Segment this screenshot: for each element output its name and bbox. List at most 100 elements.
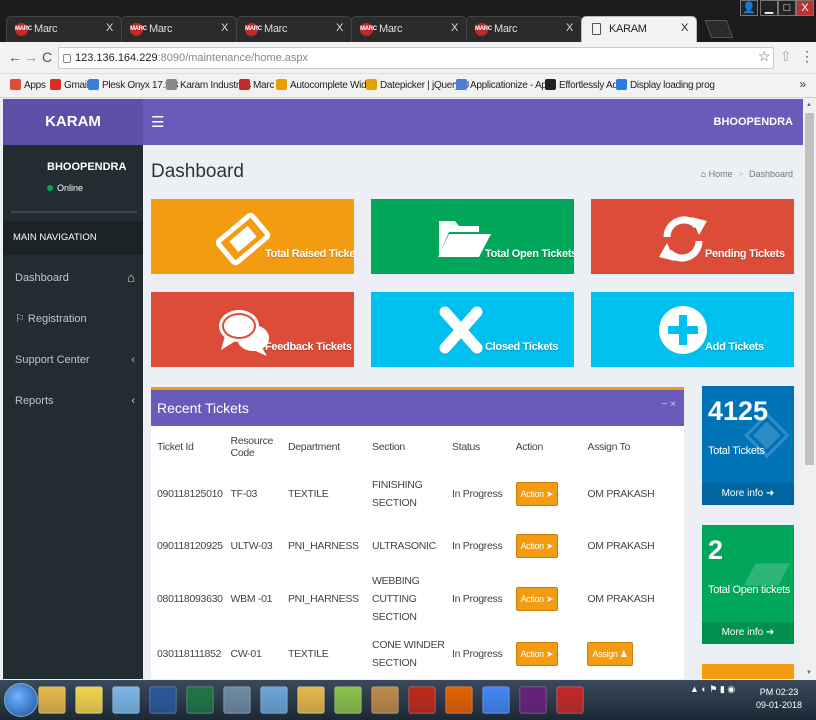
top-user-name[interactable]: BHOOPENDRA [714, 116, 793, 128]
tab-close-icon[interactable]: X [451, 22, 458, 34]
browser-tab[interactable]: MARC Marc X [6, 16, 122, 42]
url-path: :8090/maintenance/home.aspx [157, 52, 309, 64]
extension-icon[interactable]: ⇧ [780, 48, 792, 65]
bookmark-item[interactable]: Plesk Onyx 17.5.3 [88, 79, 178, 91]
calculator-icon[interactable] [223, 686, 251, 714]
tab-close-icon[interactable]: X [336, 22, 343, 34]
firefox-icon[interactable] [445, 686, 473, 714]
word-icon[interactable] [149, 686, 177, 714]
marc-icon[interactable] [556, 686, 584, 714]
assign-button[interactable]: Assign ♟ [587, 642, 633, 666]
sidebar-item-support-center[interactable]: Support Center ‹ [3, 343, 143, 377]
bookmark-item[interactable]: Autocomplete Widge [276, 79, 377, 91]
page-scrollbar[interactable]: ▲ ▼ [803, 99, 816, 679]
table-row[interactable]: 090118125010 TF-03 TEXTILE FINISHING SECTION… [151, 468, 684, 520]
tile-total-raised-tickets[interactable]: Total Raised Tickets [151, 199, 354, 274]
system-tray[interactable]: ▲ ◐ ⚑ ▮ ◉ [690, 684, 735, 695]
stat-box[interactable] [702, 664, 794, 679]
bookmark-favicon-icon [88, 79, 99, 90]
tab-title: Marc [149, 23, 173, 35]
browser-tab[interactable]: MARC Marc X [236, 16, 352, 42]
scrollbar-thumb[interactable] [805, 113, 814, 465]
user-icon[interactable]: 👤 [740, 0, 758, 16]
back-arrow-icon[interactable]: ← [8, 49, 22, 65]
bookmark-item[interactable]: Gmail [50, 79, 89, 91]
bookmarks-overflow-button[interactable]: » [799, 77, 806, 91]
bookmark-star-icon[interactable]: ☆ [758, 48, 771, 65]
filezilla-icon[interactable] [408, 686, 436, 714]
web-app: KARAM ☰ BHOOPENDRA BHOOPENDRA Online MAI… [3, 99, 803, 679]
action-button[interactable]: Action ➤ [515, 482, 559, 506]
action-button-label: Action [520, 594, 545, 604]
tools-icon[interactable] [371, 686, 399, 714]
browser-tab[interactable]: MARC Marc X [466, 16, 582, 42]
cell-assign-to: OM PRAKASH [581, 468, 684, 520]
bookmark-item[interactable]: Apps [10, 79, 46, 91]
folder-icon[interactable] [297, 686, 325, 714]
excel-icon[interactable] [186, 686, 214, 714]
sidebar-toggle-icon[interactable]: ☰ [151, 113, 164, 131]
bookmark-item[interactable]: Applicationize - Appl [456, 79, 554, 91]
tab-close-icon[interactable]: X [106, 22, 113, 34]
browser-tab[interactable]: KARAM X [581, 16, 697, 42]
tile-add-tickets[interactable]: Add Tickets [591, 292, 794, 367]
url-input[interactable]: 123.136.164.229:8090/maintenance/home.as… [58, 47, 774, 69]
more-info-link[interactable]: More info ➜ [702, 622, 794, 644]
bookmark-item[interactable]: Datepicker | jQuery U [366, 79, 469, 91]
scroll-up-arrow-icon[interactable]: ▲ [806, 102, 812, 108]
tile-pending-tickets[interactable]: Pending Tickets [591, 199, 794, 274]
browser-tab[interactable]: MARC Marc X [351, 16, 467, 42]
marc-favicon-icon: MARC [475, 23, 492, 36]
column-header-text: Action [515, 441, 544, 453]
brand-logo[interactable]: KARAM [3, 99, 143, 145]
main-navigation-header: MAIN NAVIGATION [3, 221, 143, 255]
sidebar-item-dashboard[interactable]: Dashboard ⌂ [3, 261, 143, 295]
table-row[interactable]: 030118111852 CW-01 TEXTILE CONE WINDER SECTI… [151, 626, 684, 679]
stat-box[interactable]: ◈ 4125 Total Tickets More info ➜ [702, 386, 794, 505]
maximize-button[interactable]: □ [778, 0, 796, 16]
bookmark-item[interactable]: Marc [239, 79, 274, 91]
breadcrumb-home[interactable]: Home [709, 169, 733, 179]
action-button[interactable]: Action ➤ [515, 587, 559, 611]
visual-studio-icon[interactable] [519, 686, 547, 714]
tile-feedback-tickets[interactable]: Feedback Tickets [151, 292, 354, 367]
more-info-link[interactable]: More info ➜ [702, 483, 794, 505]
explorer-icon[interactable] [38, 686, 66, 714]
table-row[interactable]: 080118093630 WBM -01 PNI_HARNESS WEBBING CUT… [151, 572, 684, 626]
minimize-button[interactable]: ▁ [760, 0, 778, 16]
action-button[interactable]: Action ➤ [515, 642, 559, 666]
sidebar-item-reports[interactable]: Reports ‹ [3, 384, 143, 418]
menu-kebab-icon[interactable]: ⋮ [800, 48, 814, 65]
new-tab-button[interactable] [704, 20, 734, 38]
table-row[interactable]: 090118120925 ULTW-03 PNI_HARNESS ULTRASONIC… [151, 520, 684, 572]
sticky-notes-icon[interactable] [75, 686, 103, 714]
breadcrumb: ⌂ Home > Dashboard [701, 169, 793, 179]
browser-tab[interactable]: MARC Marc X [121, 16, 237, 42]
panel-collapse-close-controls[interactable]: − × [662, 399, 676, 410]
start-button[interactable] [4, 683, 38, 717]
action-button-label: Action [520, 649, 545, 659]
action-button[interactable]: Action ➤ [515, 534, 559, 558]
column-header-text: Assign To [587, 441, 631, 453]
forward-arrow-icon[interactable]: → [24, 49, 38, 65]
status-text: Online [57, 183, 84, 193]
paint-icon[interactable] [112, 686, 140, 714]
bookmark-label: Autocomplete Widge [290, 80, 377, 91]
bookmark-item[interactable]: Effortlessly Add [545, 79, 623, 91]
bookmark-item[interactable]: Display loading prog [616, 79, 715, 91]
tab-close-icon[interactable]: X [221, 22, 228, 34]
system-clock[interactable]: PM 02:23 09-01-2018 [756, 686, 802, 712]
stat-box[interactable]: ▰ 2 Total Open tickets More info ➜ [702, 525, 794, 644]
sidebar-item-registration[interactable]: ⚐ Registration [3, 302, 143, 336]
tab-close-icon[interactable]: X [681, 22, 688, 34]
page-info-icon[interactable] [63, 54, 71, 63]
tab-close-icon[interactable]: X [566, 22, 573, 34]
reload-icon[interactable]: C [42, 49, 52, 65]
scroll-down-arrow-icon[interactable]: ▼ [806, 670, 812, 676]
notepad-icon[interactable] [260, 686, 288, 714]
tile-total-open-tickets[interactable]: Total Open Tickets [371, 199, 574, 274]
android-studio-icon[interactable] [334, 686, 362, 714]
chrome-icon[interactable] [482, 686, 510, 714]
tile-closed-tickets[interactable]: Closed Tickets [371, 292, 574, 367]
close-window-button[interactable]: X [796, 0, 814, 16]
